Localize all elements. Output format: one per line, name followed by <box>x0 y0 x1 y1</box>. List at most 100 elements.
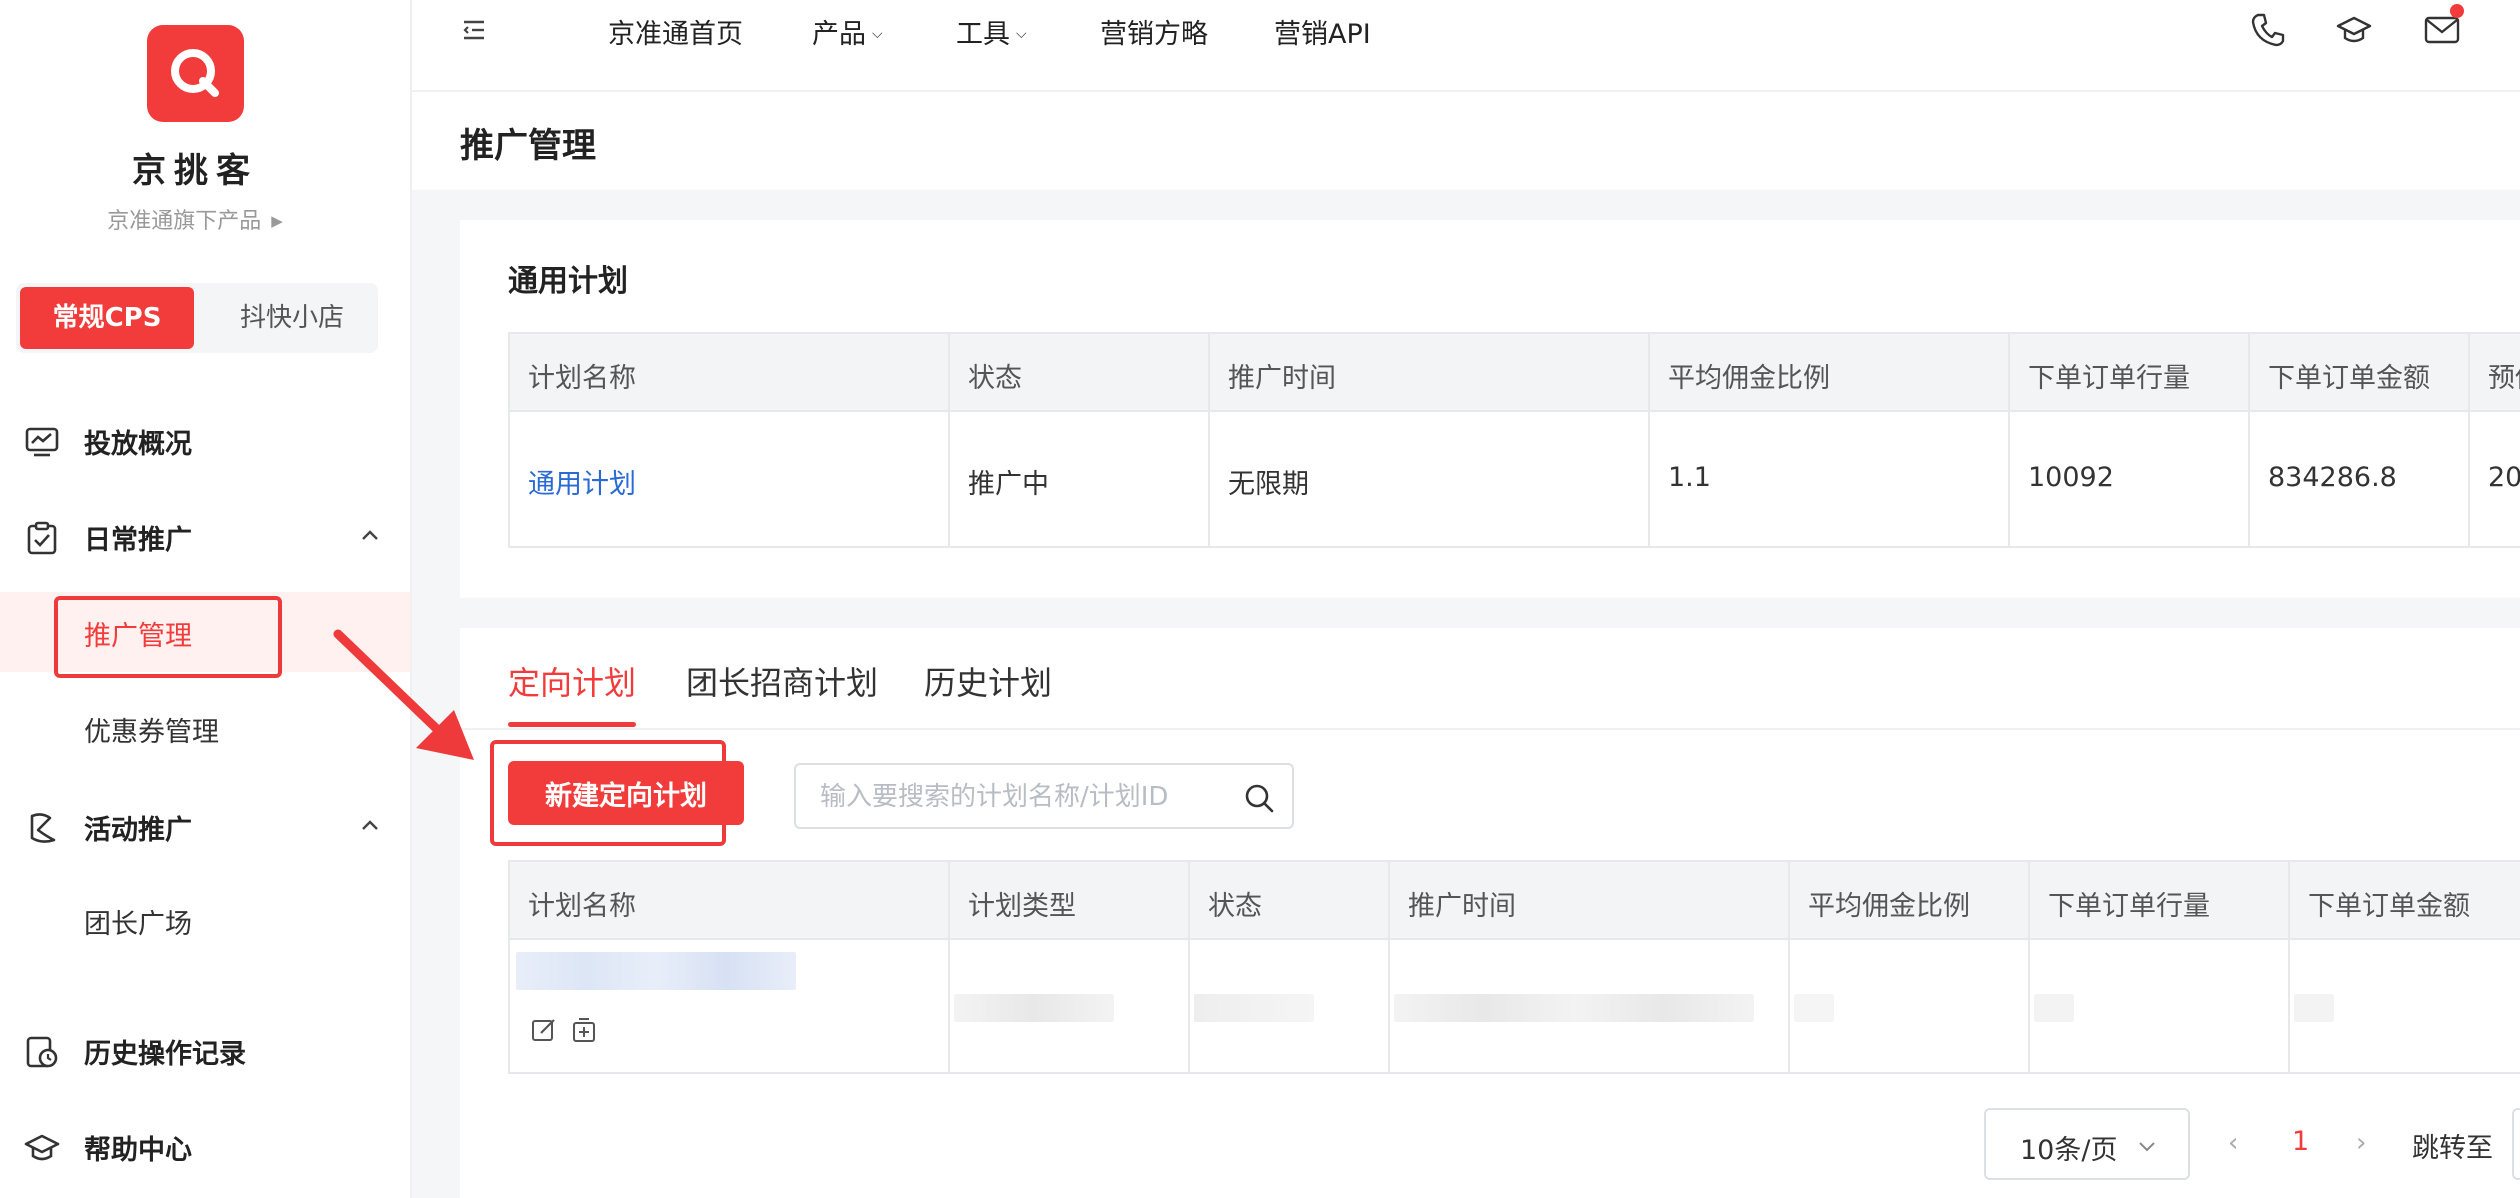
th-promo-time: 推广时间 <box>1210 334 1650 410</box>
top-navigation-bar: 京准通首页 产品 ⌵ 工具 ⌵ 营销方略 营销API <box>412 0 2520 92</box>
th-label: 计划名称 <box>528 891 636 922</box>
topnav-tools[interactable]: 工具 ⌵ <box>956 12 1027 51</box>
cell-status <box>1190 940 1390 1074</box>
cell-order-lines: 10092 <box>2010 412 2250 548</box>
sidebar-label-help: 帮助中心 <box>84 1135 192 1166</box>
page-header: 推广管理 <box>412 92 2520 190</box>
sidebar-label-activity: 活动推广 <box>84 815 192 846</box>
th-label: 平均佣金比例 <box>1668 363 1830 394</box>
chevron-up-icon <box>362 530 378 540</box>
cell-estimate: 207 <box>2470 412 2520 548</box>
general-plan-link[interactable]: 通用计划 <box>528 462 636 501</box>
notification-dot <box>2450 4 2464 18</box>
activity-icon <box>30 813 56 843</box>
topnav-tools-label: 工具 <box>956 19 1010 50</box>
th-order-amount: 下单订单金额 <box>2290 862 2520 938</box>
search-logo-icon <box>171 49 219 97</box>
table-row: 通用计划 推广中 无限期 1.1 10092 834286.8 207 <box>510 412 2520 548</box>
th-status: 状态 <box>1190 862 1390 938</box>
th-order-lines: 下单订单行量 <box>2010 334 2250 410</box>
cell-plan-name <box>510 940 950 1074</box>
general-plan-title: 通用计划 <box>508 264 628 299</box>
th-order-amount: 下单订单金额 <box>2250 334 2470 410</box>
th-plan-type: 计划类型 <box>950 862 1190 938</box>
caret-right-icon: ▶ <box>271 212 283 230</box>
next-page-icon[interactable]: › <box>2356 1128 2366 1158</box>
sidebar-group-daily[interactable]: 日常推广 <box>0 506 410 566</box>
sidebar-label-leader-square: 团长广场 <box>84 909 192 940</box>
jingtiaoke-logo[interactable] <box>147 25 244 122</box>
th-label: 推广时间 <box>1228 363 1336 394</box>
graduation-cap-icon <box>24 1134 60 1161</box>
sidebar-group-activity[interactable]: 活动推广 <box>0 796 410 856</box>
topnav-strategy[interactable]: 营销方略 <box>1100 12 1208 51</box>
sidebar: 京挑客 京准通旗下产品 ▶ 常规CPS 抖快小店 投放概况 日常推广 推广管理 优… <box>0 0 412 1198</box>
edit-icon[interactable] <box>530 1016 558 1044</box>
th-label: 推广时间 <box>1408 891 1516 922</box>
tab-directed-plan[interactable]: 定向计划 <box>508 658 636 704</box>
th-promo-time: 推广时间 <box>1390 862 1790 938</box>
tab-leader-plan[interactable]: 团长招商计划 <box>686 658 878 704</box>
cell-avg-commission <box>1790 940 2030 1074</box>
table-header-row: 计划名称 状态 推广时间 平均佣金比例 下单订单行量 下单订单金额 预估 <box>510 334 2520 412</box>
blurred-value <box>1794 994 1834 1022</box>
topnav-api[interactable]: 营销API <box>1274 12 1371 51</box>
page-number-current[interactable]: 1 <box>2292 1126 2309 1157</box>
chevron-down-icon: ⌵ <box>1016 26 1027 42</box>
sidebar-item-history-ops[interactable]: 历史操作记录 <box>0 1020 410 1080</box>
cell-plan-type <box>950 940 1190 1074</box>
sidebar-item-overview[interactable]: 投放概况 <box>0 410 410 470</box>
sidebar-item-help[interactable]: 帮助中心 <box>0 1116 410 1176</box>
sidebar-label-coupon-manage: 优惠券管理 <box>84 717 219 748</box>
th-avg-commission: 平均佣金比例 <box>1790 862 2030 938</box>
chevron-down-icon: ⌵ <box>872 26 883 42</box>
sidebar-item-leader-square[interactable]: 团长广场 <box>0 880 410 960</box>
directed-plan-table: 计划名称 计划类型 状态 推广时间 平均佣金比例 下单订单行量 下单订单金额 <box>508 860 2520 1074</box>
th-plan-name: 计划名称 <box>510 334 950 410</box>
cell-promo-time: 无限期 <box>1210 412 1650 548</box>
topnav-product-label: 产品 <box>812 19 866 50</box>
general-plan-card: 通用计划 计划名称 状态 推广时间 平均佣金比例 下单订单行量 下单订单金额 预… <box>460 220 2520 598</box>
cell-order-lines <box>2030 940 2290 1074</box>
plan-search-input[interactable] <box>820 779 1220 815</box>
topnav-product[interactable]: 产品 ⌵ <box>812 12 883 51</box>
graduation-cap-icon[interactable] <box>2334 10 2374 50</box>
tab-history-plan[interactable]: 历史计划 <box>924 658 1052 704</box>
mode-douyin-kuaishou-shop[interactable]: 抖快小店 <box>210 287 374 349</box>
cell-status: 推广中 <box>950 412 1210 548</box>
history-document-icon <box>26 1036 58 1068</box>
cell-order-amount: 834286.8 <box>2250 412 2470 548</box>
cell-order-amount <box>2290 940 2520 1074</box>
th-estimate: 预估 <box>2470 334 2520 410</box>
chevron-up-icon <box>362 820 378 830</box>
search-icon[interactable] <box>1242 781 1276 815</box>
mode-cps[interactable]: 常规CPS <box>20 287 194 349</box>
table-header-row: 计划名称 计划类型 状态 推广时间 平均佣金比例 下单订单行量 下单订单金额 <box>510 862 2520 940</box>
brand-subtitle[interactable]: 京准通旗下产品 ▶ <box>0 203 390 235</box>
general-plan-table: 计划名称 状态 推广时间 平均佣金比例 下单订单行量 下单订单金额 预估 通用计… <box>508 332 2520 548</box>
copy-add-icon[interactable] <box>570 1016 598 1044</box>
brand-name: 京挑客 <box>132 151 258 191</box>
sidebar-label-history-ops: 历史操作记录 <box>84 1039 246 1070</box>
phone-icon[interactable] <box>2248 10 2288 50</box>
page-size-select[interactable]: 10条/页 <box>1984 1108 2190 1180</box>
sidebar-label-daily: 日常推广 <box>84 525 192 556</box>
prev-page-icon[interactable]: ‹ <box>2228 1128 2238 1158</box>
th-label: 下单订单金额 <box>2308 891 2470 922</box>
th-plan-name: 计划名称 <box>510 862 950 938</box>
cell-plan-name: 通用计划 <box>510 412 950 548</box>
blurred-value <box>2034 994 2074 1022</box>
annotation-arrow-icon <box>333 629 474 760</box>
highlight-box-promo-manage <box>54 596 282 678</box>
th-status: 状态 <box>950 334 1210 410</box>
blurred-value <box>2294 994 2334 1022</box>
new-directed-plan-button[interactable]: 新建定向计划 <box>508 761 744 825</box>
jump-page-input[interactable] <box>2512 1108 2520 1180</box>
clipboard-check-icon <box>27 521 57 555</box>
menu-collapse-icon[interactable] <box>462 16 490 44</box>
th-label: 预估 <box>2488 363 2520 394</box>
topnav-home[interactable]: 京准通首页 <box>608 12 743 51</box>
th-label: 下单订单金额 <box>2268 363 2430 394</box>
tab-divider <box>460 728 2520 730</box>
table-row <box>510 940 2520 1074</box>
